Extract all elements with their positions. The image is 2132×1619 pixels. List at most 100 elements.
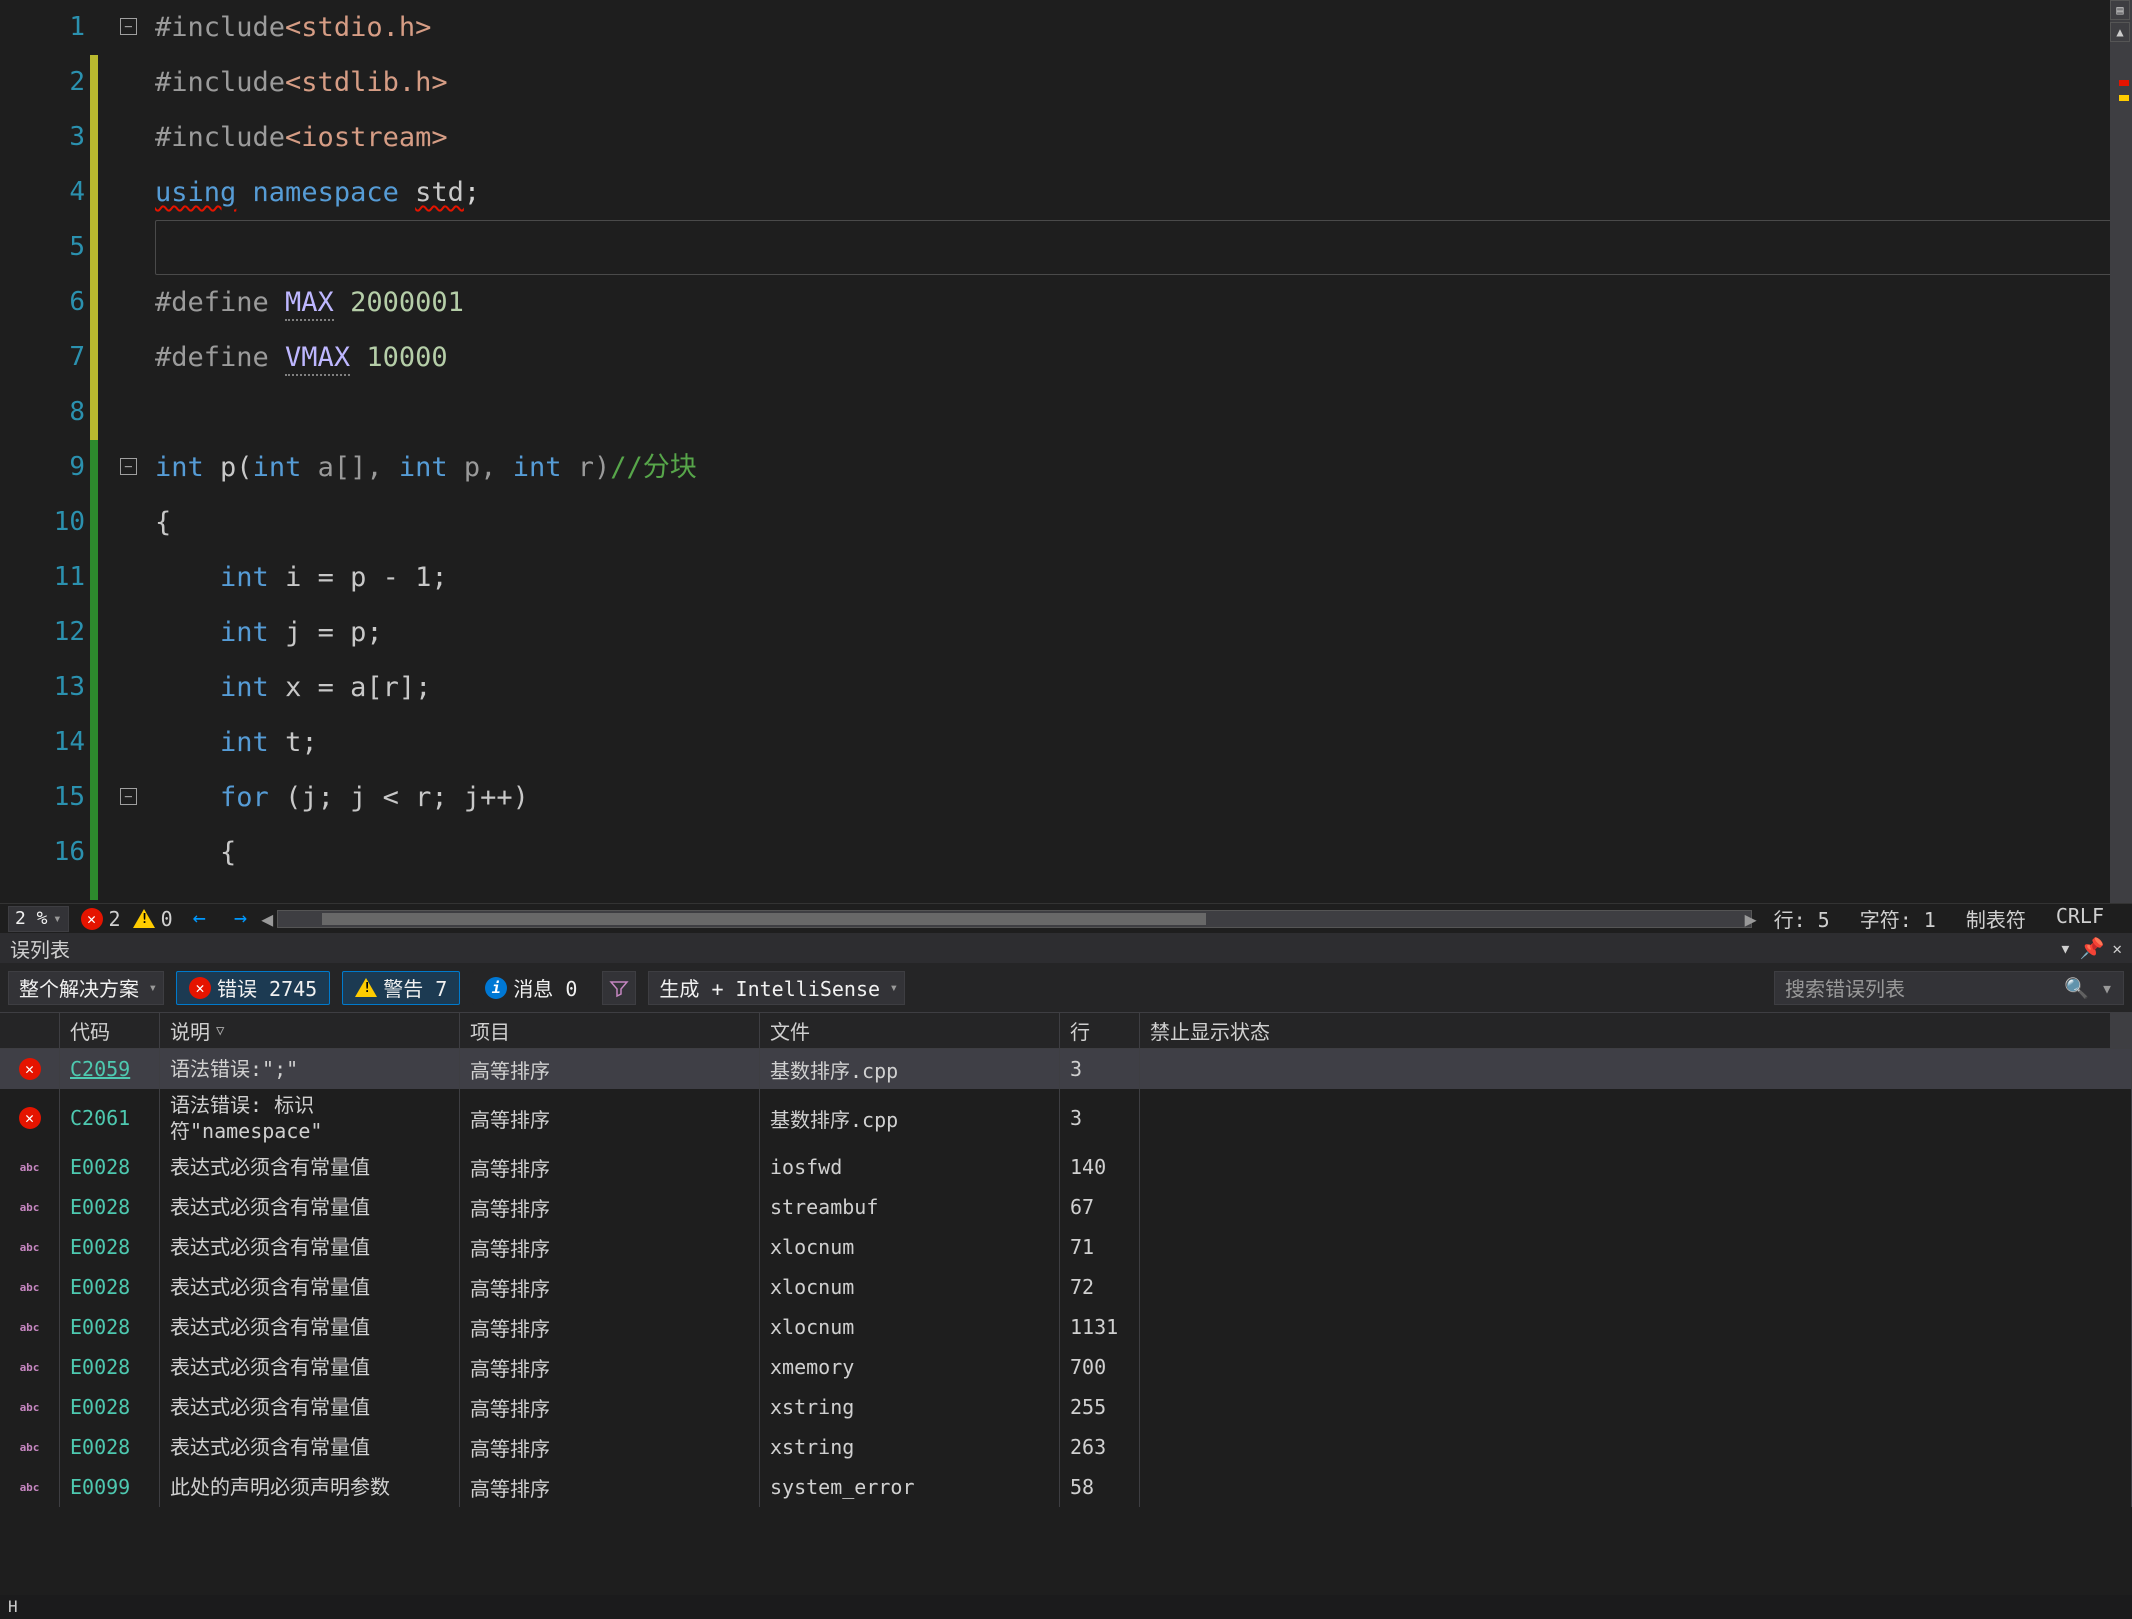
fold-column[interactable] <box>115 0 155 903</box>
error-row[interactable]: C2059语法错误:";"高等排序基数排序.cpp3 <box>0 1049 2132 1089</box>
row-code[interactable]: E0099 <box>60 1467 160 1507</box>
row-code[interactable]: E0028 <box>60 1307 160 1347</box>
row-suppress <box>1140 1227 2132 1267</box>
line-ending[interactable]: CRLF <box>2056 904 2104 933</box>
error-row[interactable]: E0028表达式必须含有常量值高等排序xmemory700 <box>0 1347 2132 1387</box>
error-row[interactable]: C2061语法错误: 标识符"namespace"高等排序基数排序.cpp3 <box>0 1089 2132 1147</box>
row-project: 高等排序 <box>460 1147 760 1187</box>
messages-filter-button[interactable]: 消息 0 <box>472 971 590 1005</box>
row-project: 高等排序 <box>460 1347 760 1387</box>
nav-forward-icon[interactable]: → <box>226 906 255 931</box>
error-list-titlebar[interactable]: 误列表 ▾ 📌 ✕ <box>0 933 2132 963</box>
indent-mode[interactable]: 制表符 <box>1966 904 2026 933</box>
line-number: 5 <box>0 220 85 275</box>
row-suppress <box>1140 1187 2132 1227</box>
row-suppress <box>1140 1347 2132 1387</box>
error-row[interactable]: E0028表达式必须含有常量值高等排序xstring255 <box>0 1387 2132 1427</box>
error-row[interactable]: E0028表达式必须含有常量值高等排序xlocnum71 <box>0 1227 2132 1267</box>
row-suppress <box>1140 1049 2132 1089</box>
column-icon[interactable] <box>0 1013 60 1048</box>
error-marker[interactable] <box>2119 80 2129 86</box>
intellisense-icon <box>19 1240 41 1254</box>
row-code[interactable]: E0028 <box>60 1427 160 1467</box>
row-code[interactable]: C2059 <box>60 1049 160 1089</box>
errors-filter-button[interactable]: 错误 2745 <box>176 971 330 1005</box>
scroll-right-icon[interactable]: ▶ <box>1751 911 1771 927</box>
close-icon[interactable]: ✕ <box>2112 939 2122 958</box>
row-description: 表达式必须含有常量值 <box>160 1347 460 1387</box>
error-row[interactable]: E0099此处的声明必须声明参数高等排序system_error58 <box>0 1467 2132 1507</box>
dropdown-icon[interactable]: ▾ <box>2059 936 2071 960</box>
row-line: 1131 <box>1060 1307 1140 1347</box>
error-row[interactable]: E0028表达式必须含有常量值高等排序xlocnum72 <box>0 1267 2132 1307</box>
scroll-thumb[interactable] <box>322 913 1205 925</box>
row-code[interactable]: E0028 <box>60 1387 160 1427</box>
search-placeholder: 搜索错误列表 <box>1785 973 1905 1002</box>
code-editor[interactable]: 1 2 3 4 5 6 7 8 9 10 11 12 13 14 15 16 #… <box>0 0 2132 903</box>
include-path: <iostream> <box>285 122 448 153</box>
build-source-dropdown[interactable]: 生成 + IntelliSense <box>648 971 905 1005</box>
row-code[interactable]: C2061 <box>60 1089 160 1147</box>
error-row[interactable]: E0028表达式必须含有常量值高等排序streambuf67 <box>0 1187 2132 1227</box>
error-row[interactable]: E0028表达式必须含有常量值高等排序iosfwd140 <box>0 1147 2132 1187</box>
fold-toggle[interactable] <box>120 788 137 805</box>
row-code[interactable]: E0028 <box>60 1347 160 1387</box>
scope-dropdown[interactable]: 整个解决方案 <box>8 971 164 1005</box>
filter-button[interactable] <box>602 971 636 1005</box>
row-code[interactable]: E0028 <box>60 1147 160 1187</box>
error-icon <box>19 1107 41 1129</box>
column-project[interactable]: 项目 <box>460 1013 760 1048</box>
status-text: H <box>8 1597 18 1616</box>
code-content[interactable]: #include<stdio.h> #include<stdlib.h> #in… <box>155 0 2132 903</box>
line-number: 11 <box>0 550 85 605</box>
split-handle-icon[interactable]: ▤ <box>2110 0 2130 20</box>
row-file: 基数排序.cpp <box>760 1089 1060 1147</box>
column-line[interactable]: 行 <box>1060 1013 1140 1048</box>
fold-toggle[interactable] <box>120 18 137 35</box>
column-description[interactable]: 说明▽ <box>160 1013 460 1048</box>
line-number: 9 <box>0 440 85 495</box>
line-number: 12 <box>0 605 85 660</box>
scroll-up-icon[interactable]: ▲ <box>2110 22 2130 42</box>
current-line[interactable] <box>155 220 2132 275</box>
row-code[interactable]: E0028 <box>60 1267 160 1307</box>
row-description: 表达式必须含有常量值 <box>160 1387 460 1427</box>
error-row[interactable]: E0028表达式必须含有常量值高等排序xlocnum1131 <box>0 1307 2132 1347</box>
keyword: for <box>220 782 269 813</box>
nav-back-icon[interactable]: ← <box>185 906 214 931</box>
fold-toggle[interactable] <box>120 458 137 475</box>
row-project: 高等排序 <box>460 1307 760 1347</box>
zoom-dropdown[interactable]: 2 % <box>8 906 69 932</box>
error-grid-header[interactable]: 代码 说明▽ 项目 文件 行 禁止显示状态 <box>0 1013 2132 1049</box>
search-error-list[interactable]: 搜索错误列表 🔍 ▾ <box>1774 971 2124 1005</box>
line-number: 7 <box>0 330 85 385</box>
row-line: 58 <box>1060 1467 1140 1507</box>
row-code[interactable]: E0028 <box>60 1187 160 1227</box>
error-row[interactable]: E0028表达式必须含有常量值高等排序xstring263 <box>0 1427 2132 1467</box>
error-badge[interactable]: 2 <box>81 907 121 931</box>
warnings-filter-button[interactable]: 警告 7 <box>342 971 460 1005</box>
warning-badge[interactable]: 0 <box>133 907 173 931</box>
column-code[interactable]: 代码 <box>60 1013 160 1048</box>
warn-marker[interactable] <box>2119 95 2129 101</box>
pin-icon[interactable]: 📌 <box>2079 936 2104 960</box>
vertical-scrollbar[interactable]: ▤ ▲ <box>2110 0 2132 903</box>
horizontal-scrollbar[interactable]: ◀ ▶ <box>277 910 1751 928</box>
number: 10000 <box>350 342 448 373</box>
error-count: 2 <box>109 907 121 931</box>
row-project: 高等排序 <box>460 1267 760 1307</box>
intellisense-icon <box>19 1360 41 1374</box>
column-suppress[interactable]: 禁止显示状态 <box>1140 1013 2111 1048</box>
intellisense-icon <box>19 1160 41 1174</box>
scroll-left-icon[interactable]: ◀ <box>258 911 276 927</box>
row-icon <box>0 1387 60 1427</box>
error-icon <box>81 908 103 930</box>
warning-count: 0 <box>161 907 173 931</box>
column-file[interactable]: 文件 <box>760 1013 1060 1048</box>
info-icon <box>485 977 507 999</box>
error-grid-body[interactable]: C2059语法错误:";"高等排序基数排序.cpp3C2061语法错误: 标识符… <box>0 1049 2132 1507</box>
row-code[interactable]: E0028 <box>60 1227 160 1267</box>
change-indicator <box>90 440 98 900</box>
line-number: 16 <box>0 825 85 880</box>
row-line: 700 <box>1060 1347 1140 1387</box>
